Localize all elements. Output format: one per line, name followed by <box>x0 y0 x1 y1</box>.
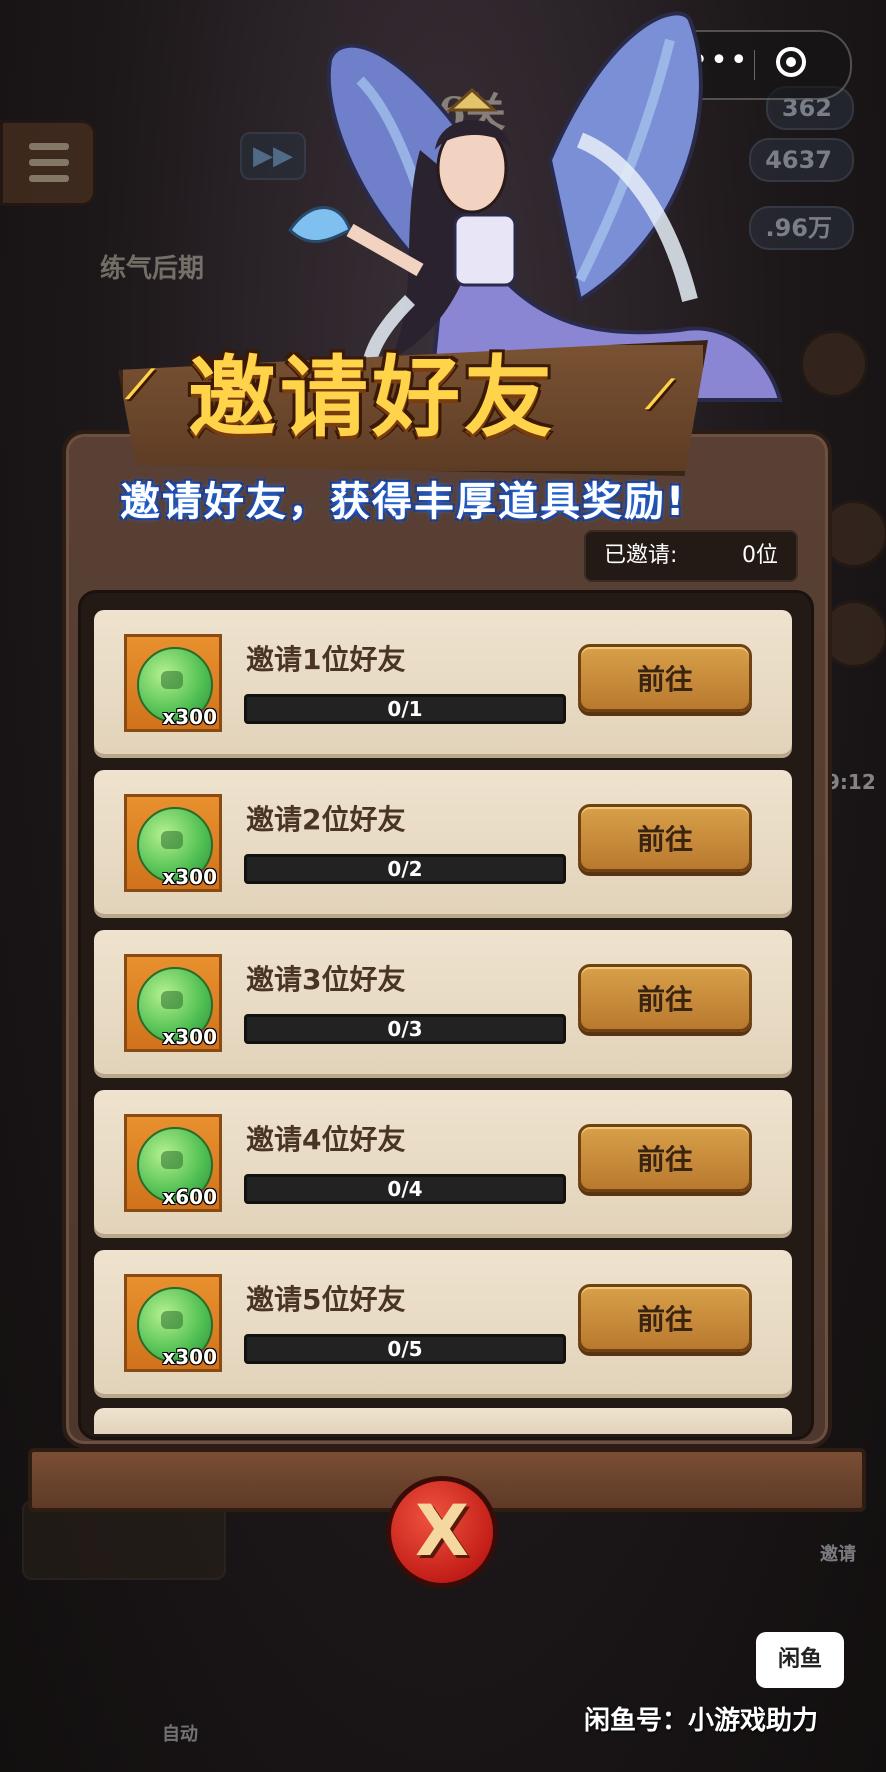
popup-subtitle: 邀请好友，获得丰厚道具奖励! <box>120 479 687 525</box>
progress-text: 0/3 <box>387 1017 423 1041</box>
reward-slot[interactable]: x600 <box>124 1114 222 1212</box>
progress-text: 0/4 <box>387 1177 423 1201</box>
menu-icon-bar <box>29 175 69 182</box>
progress-text: 0/2 <box>387 857 423 881</box>
reward-slot[interactable]: x300 <box>124 954 222 1052</box>
left-panel-badge <box>22 1500 226 1580</box>
invite-side-button[interactable]: 邀请 <box>820 1540 856 1566</box>
side-feature-icon[interactable] <box>800 330 868 398</box>
go-button[interactable]: 前往 <box>578 804 752 872</box>
menu-icon <box>29 143 69 150</box>
progress-text: 0/5 <box>387 1337 423 1361</box>
close-x-icon[interactable]: X <box>386 1476 498 1588</box>
task-label: 邀请1位好友 <box>246 643 406 676</box>
go-button[interactable]: 前往 <box>578 964 752 1032</box>
reward-slot[interactable]: x300 <box>124 794 222 892</box>
sparkle-icon: ⟋ <box>126 362 154 408</box>
go-button[interactable]: 前往 <box>578 644 752 712</box>
watermark-text: 闲鱼号：小游戏助力 <box>584 1706 819 1736</box>
menu-icon-bar <box>29 159 69 166</box>
game-screen: ▶▶ 第66关 练气后期 362 4637 .96万 9:12 邀请 自动 ••… <box>0 0 886 1772</box>
reward-slot[interactable]: x300 <box>124 634 222 732</box>
task-row: x300 邀请5位好友 0/5 前往 <box>94 1250 792 1394</box>
task-row: x300 邀请1位好友 0/1 前往 <box>94 610 792 754</box>
task-row: x300 邀请2位好友 0/2 前往 <box>94 770 792 914</box>
stage-name: 练气后期 <box>100 254 205 284</box>
reward-slot[interactable]: x300 <box>124 1274 222 1372</box>
task-progress-bar: 0/3 <box>244 1014 566 1044</box>
reward-quantity: x300 <box>162 1345 217 1369</box>
watermark-badge: 闲鱼 <box>756 1632 844 1688</box>
task-label: 邀请5位好友 <box>246 1283 406 1316</box>
invited-count-box: 已邀请: 0位 <box>584 530 798 582</box>
invited-count-value: 0位 <box>742 543 778 568</box>
task-progress-bar: 0/4 <box>244 1174 566 1204</box>
task-label: 邀请2位好友 <box>246 803 406 836</box>
task-progress-bar: 0/1 <box>244 694 566 724</box>
reward-quantity: x300 <box>162 1025 217 1049</box>
task-progress-bar: 0/5 <box>244 1334 566 1364</box>
task-row: x300 邀请3位好友 0/3 前往 <box>94 930 792 1074</box>
task-progress-bar: 0/2 <box>244 854 566 884</box>
go-button[interactable]: 前往 <box>578 1284 752 1352</box>
reward-quantity: x600 <box>162 1185 217 1209</box>
reward-quantity: x300 <box>162 705 217 729</box>
popup-title: 邀请好友 <box>188 345 557 449</box>
task-label: 邀请3位好友 <box>246 963 406 996</box>
invited-count-label: 已邀请: <box>604 543 678 568</box>
task-row: x600 邀请4位好友 0/4 前往 <box>94 1090 792 1234</box>
menu-button[interactable] <box>0 120 96 206</box>
task-row-partial <box>94 1408 792 1434</box>
go-button[interactable]: 前往 <box>578 1124 752 1192</box>
progress-text: 0/1 <box>387 697 423 721</box>
reward-quantity: x300 <box>162 865 217 889</box>
side-timer: 9:12 <box>826 770 876 794</box>
task-label: 邀请4位好友 <box>246 1123 406 1156</box>
auto-button[interactable]: 自动 <box>162 1720 198 1746</box>
